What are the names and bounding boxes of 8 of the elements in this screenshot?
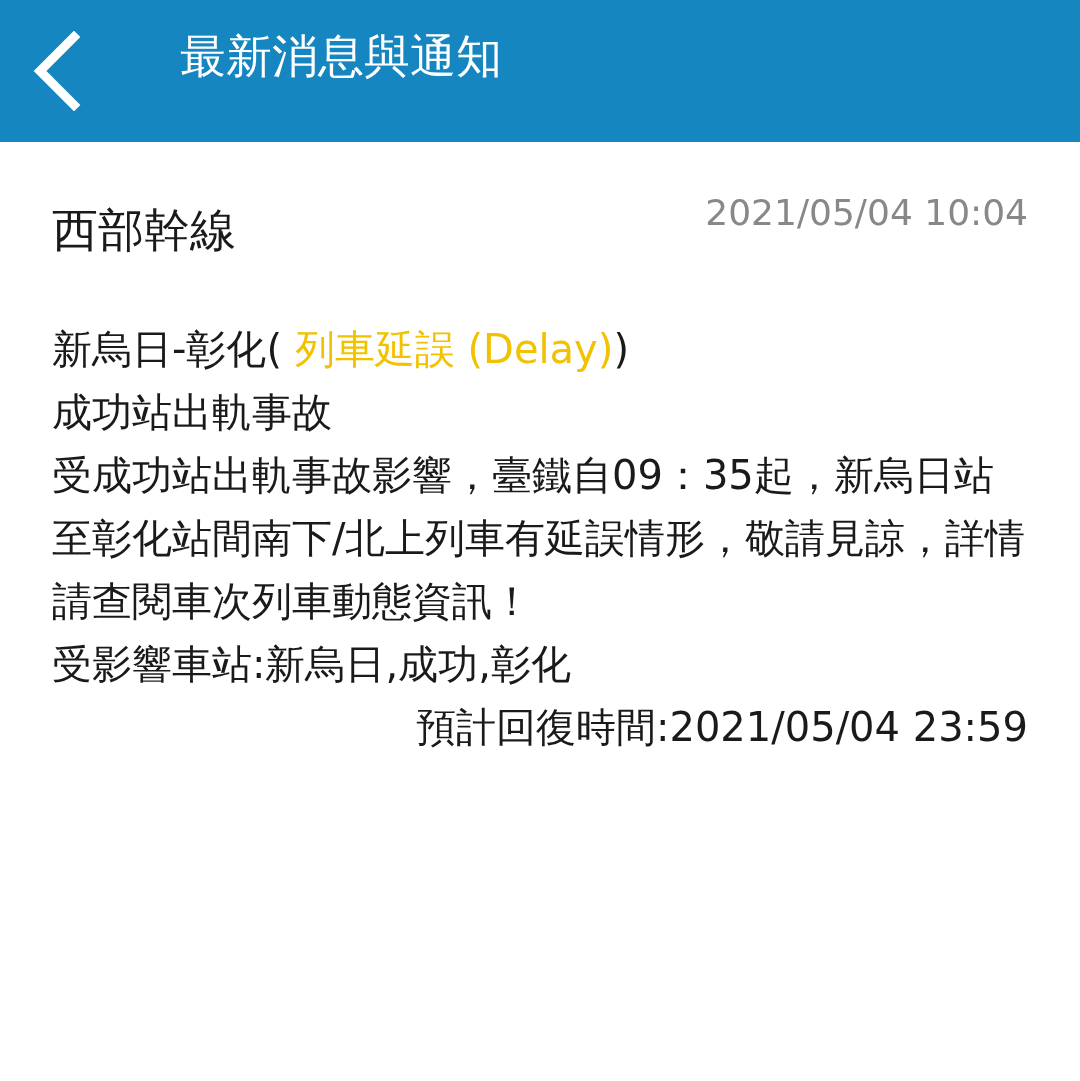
- screen-title: 最新消息與通知: [180, 28, 502, 85]
- section-status: 新烏日-彰化( 列車延誤 (Delay)): [52, 325, 630, 374]
- notice-body: 受成功站出軌事故影響，臺鐵自09：35起，新烏日站至彰化站間南下/北上列車有延誤情形，敬請見諒，詳情請查閱車次列車動態資訊！: [52, 451, 1027, 626]
- post-time: 2021/05/04 10:04: [705, 192, 1028, 233]
- recovery-time: 預計回復時間:2021/05/04 23:59: [415, 703, 1028, 752]
- line-name: 西部幹線: [52, 202, 236, 259]
- headline: 成功站出軌事故: [52, 388, 333, 437]
- affected-stations: 受影響車站:新烏日,成功,彰化: [52, 640, 572, 689]
